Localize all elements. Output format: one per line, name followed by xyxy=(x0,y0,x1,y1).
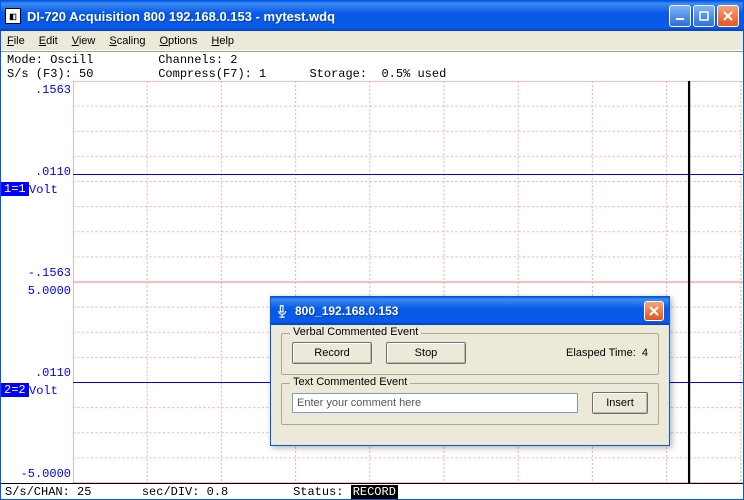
axis-ch1-top: .1563 xyxy=(35,83,71,97)
menu-edit[interactable]: Edit xyxy=(39,35,58,47)
status-line-2: S/s (F3): 50 Compress(F7): 1 Storage: 0.… xyxy=(7,67,737,81)
minimize-button[interactable] xyxy=(669,5,691,27)
app-icon: ◧ xyxy=(5,8,21,24)
close-icon xyxy=(649,306,659,316)
chart-channel-1: .1563 .0110 -.1563 1=1 Volt xyxy=(1,81,743,282)
axis-ch1-mid: .0110 xyxy=(35,165,71,179)
maximize-icon xyxy=(699,11,709,21)
chart-grid-1 xyxy=(73,81,743,282)
menu-scaling[interactable]: Scaling xyxy=(109,35,145,47)
close-button[interactable] xyxy=(717,5,739,27)
status-bottom: S/s/CHAN: 25 sec/DIV: 0.8 Status: RECORD xyxy=(1,483,743,499)
channel-badge-2: 2=2 xyxy=(1,383,29,397)
channel-unit-2: Volt xyxy=(29,384,58,398)
insert-button[interactable]: Insert xyxy=(592,392,648,414)
elapsed-time: Elasped Time: 4 xyxy=(566,347,648,359)
dialog-titlebar[interactable]: 800_192.168.0.153 xyxy=(271,297,669,325)
axis-ch2-top: 5.0000 xyxy=(28,284,71,298)
microphone-icon xyxy=(276,304,290,318)
comment-dialog[interactable]: 800_192.168.0.153 Verbal Commented Event… xyxy=(270,296,670,446)
titlebar[interactable]: ◧ DI-720 Acquisition 800 192.168.0.153 -… xyxy=(1,1,743,31)
status-label: Status: xyxy=(293,485,343,499)
dialog-body: Verbal Commented Event Record Stop Elasp… xyxy=(271,325,669,445)
stop-button[interactable]: Stop xyxy=(386,342,466,364)
axis-ch1-bot: -.1563 xyxy=(28,266,71,280)
menu-file[interactable]: File xyxy=(7,35,25,47)
status-value: RECORD xyxy=(351,485,398,499)
elapsed-label: Elasped Time: xyxy=(566,347,636,359)
menu-view[interactable]: View xyxy=(72,35,96,47)
maximize-button[interactable] xyxy=(693,5,715,27)
menu-help[interactable]: Help xyxy=(211,35,234,47)
status-ss-chan: S/s/CHAN: 25 xyxy=(5,485,91,499)
channel-badge-1: 1=1 xyxy=(1,182,29,196)
window-title: DI-720 Acquisition 800 192.168.0.153 - m… xyxy=(27,9,669,24)
close-icon xyxy=(723,11,733,21)
text-groupbox: Text Commented Event Insert xyxy=(281,383,659,425)
status-sec-div: sec/DIV: 0.8 xyxy=(142,485,228,499)
verbal-legend: Verbal Commented Event xyxy=(290,326,421,338)
status-line-1: Mode: Oscill Channels: 2 xyxy=(7,53,737,67)
dialog-close-button[interactable] xyxy=(644,301,664,321)
text-legend: Text Commented Event xyxy=(290,376,410,388)
menubar: File Edit View Scaling Options Help xyxy=(1,31,743,51)
axis-ch2-bot: -5.0000 xyxy=(21,467,71,481)
comment-input[interactable] xyxy=(292,393,578,413)
verbal-groupbox: Verbal Commented Event Record Stop Elasp… xyxy=(281,333,659,375)
minimize-icon xyxy=(675,11,685,21)
dialog-title: 800_192.168.0.153 xyxy=(295,304,644,318)
status-top: Mode: Oscill Channels: 2 S/s (F3): 50 Co… xyxy=(1,51,743,81)
elapsed-value: 4 xyxy=(642,347,648,359)
record-button[interactable]: Record xyxy=(292,342,372,364)
menu-options[interactable]: Options xyxy=(159,35,197,47)
channel-unit-1: Volt xyxy=(29,183,58,197)
axis-ch2-mid: .0110 xyxy=(35,366,71,380)
